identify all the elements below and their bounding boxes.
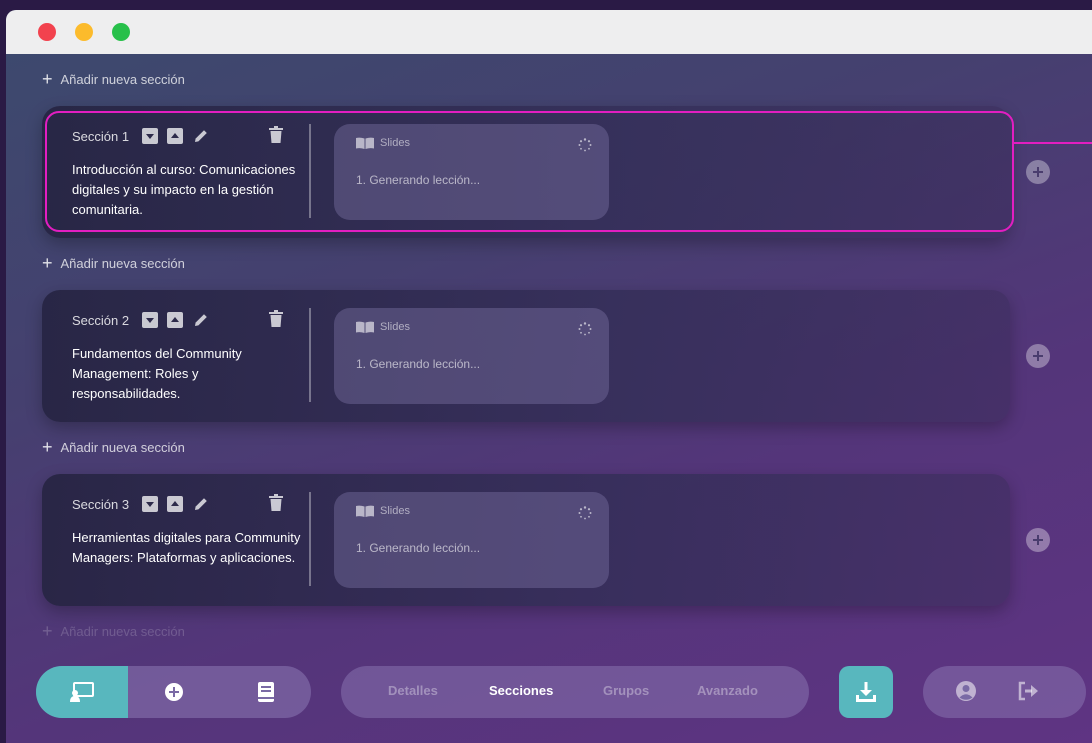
plus-circle-icon: [1033, 351, 1043, 361]
lesson-box[interactable]: Slides 1. Generando lección...: [334, 492, 609, 588]
add-section-button[interactable]: + Añadir nueva sección: [42, 254, 185, 272]
caret-up-icon: [171, 317, 180, 322]
move-down-button[interactable]: [142, 312, 159, 328]
add-section-label: Añadir nueva sección: [60, 255, 185, 271]
plus-circle-icon: [1033, 535, 1043, 545]
caret-up-icon: [171, 501, 180, 506]
book-open-icon: [356, 321, 374, 333]
presentation-mode-button[interactable]: [36, 666, 128, 718]
tab-detalles[interactable]: Detalles: [388, 683, 438, 698]
book-button[interactable]: [220, 666, 311, 718]
minimize-window-button[interactable]: [75, 23, 93, 41]
download-icon: [856, 682, 876, 702]
mode-switcher: [36, 666, 311, 718]
section-label: Sección 1: [72, 128, 130, 144]
section-label: Sección 2: [72, 312, 130, 328]
book-open-icon: [356, 137, 374, 149]
pencil-icon[interactable]: [192, 495, 210, 513]
app-window: + Añadir nueva sección Sección 1 Introdu…: [6, 10, 1092, 743]
lesson-item: 1. Generando lección...: [356, 173, 481, 187]
section-card-1[interactable]: Sección 1 Introducción al curso: Comunic…: [42, 106, 1014, 238]
section-label: Sección 3: [72, 496, 130, 512]
lesson-item: 1. Generando lección...: [356, 541, 481, 555]
move-up-button[interactable]: [167, 496, 184, 512]
add-section-label: Añadir nueva sección: [60, 439, 185, 455]
caret-down-icon: [146, 318, 155, 323]
divider: [309, 308, 311, 402]
move-up-button[interactable]: [167, 312, 184, 328]
logout-icon: [1018, 681, 1038, 701]
section-title: Herramientas digitales para Community Ma…: [72, 530, 301, 565]
add-section-button[interactable]: + Añadir nueva sección: [42, 622, 185, 640]
close-window-button[interactable]: [38, 23, 56, 41]
caret-down-icon: [146, 134, 155, 139]
book-icon: [257, 682, 274, 702]
book-open-icon: [356, 505, 374, 517]
logout-button[interactable]: [1017, 680, 1039, 702]
download-button[interactable]: [839, 666, 893, 718]
move-up-button[interactable]: [167, 128, 184, 144]
lesson-type: Slides: [380, 505, 410, 517]
section-card-2[interactable]: Sección 2 Fundamentos del Community Mana…: [42, 290, 1010, 422]
lesson-box[interactable]: Slides 1. Generando lección...: [334, 308, 609, 404]
selection-connector: [1012, 142, 1092, 144]
maximize-window-button[interactable]: [112, 23, 130, 41]
lesson-type: Slides: [380, 321, 410, 333]
plus-icon: +: [42, 253, 53, 273]
account-controls: [923, 666, 1086, 718]
side-add-button[interactable]: [1026, 344, 1050, 368]
nav-tabs: Detalles Secciones Grupos Avanzado: [341, 666, 809, 718]
plus-icon: +: [42, 437, 53, 457]
side-add-button[interactable]: [1026, 160, 1050, 184]
move-down-button[interactable]: [142, 128, 159, 144]
user-circle-icon: [956, 681, 976, 701]
add-section-button[interactable]: + Añadir nueva sección: [42, 438, 185, 456]
section-card-3[interactable]: Sección 3 Herramientas digitales para Co…: [42, 474, 1010, 606]
add-button[interactable]: [128, 666, 220, 718]
divider: [309, 124, 311, 218]
lesson-type: Slides: [380, 137, 410, 149]
section-title: Introducción al curso: Comunicaciones di…: [72, 162, 296, 217]
tab-avanzado[interactable]: Avanzado: [697, 683, 758, 698]
side-add-button[interactable]: [1026, 528, 1050, 552]
lesson-box[interactable]: Slides 1. Generando lección...: [334, 124, 609, 220]
add-section-button[interactable]: + Añadir nueva sección: [42, 70, 185, 88]
trash-icon[interactable]: [268, 494, 284, 512]
spinner-icon: [578, 322, 592, 341]
trash-icon[interactable]: [268, 310, 284, 328]
plus-icon: +: [42, 621, 53, 641]
section-title: Fundamentos del Community Management: Ro…: [72, 346, 242, 401]
plus-circle-icon: [1033, 167, 1043, 177]
spinner-icon: [578, 138, 592, 157]
tab-secciones[interactable]: Secciones: [489, 683, 553, 698]
add-section-label: Añadir nueva sección: [60, 623, 185, 639]
title-bar: [6, 10, 1092, 54]
spinner-icon: [578, 506, 592, 525]
user-button[interactable]: [955, 680, 977, 702]
plus-circle-icon: [165, 683, 183, 701]
divider: [309, 492, 311, 586]
add-section-label: Añadir nueva sección: [60, 71, 185, 87]
presentation-icon: [70, 682, 94, 702]
caret-down-icon: [146, 502, 155, 507]
plus-icon: +: [42, 69, 53, 89]
pencil-icon[interactable]: [192, 127, 210, 145]
tab-grupos[interactable]: Grupos: [603, 683, 649, 698]
move-down-button[interactable]: [142, 496, 159, 512]
pencil-icon[interactable]: [192, 311, 210, 329]
lesson-item: 1. Generando lección...: [356, 357, 481, 371]
trash-icon[interactable]: [268, 126, 284, 144]
caret-up-icon: [171, 133, 180, 138]
